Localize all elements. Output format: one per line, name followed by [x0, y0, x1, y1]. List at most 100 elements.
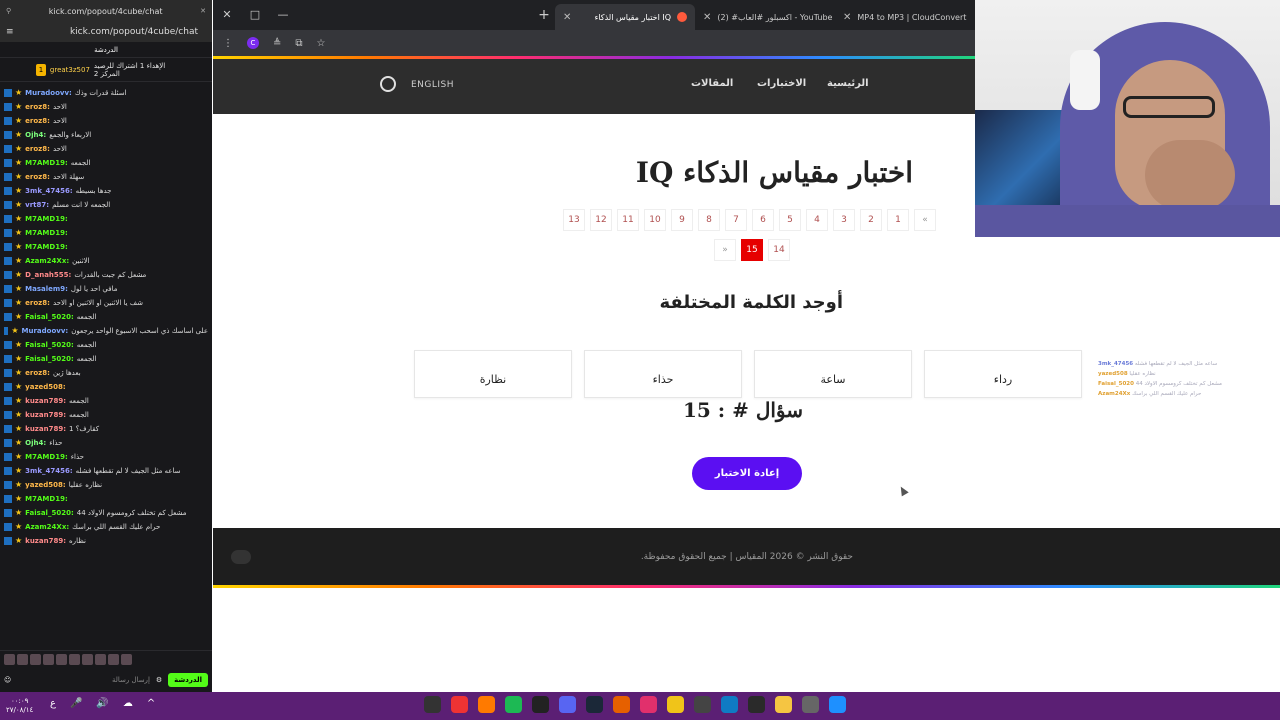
chat-url[interactable]: kick.com/popout/4cube/chat	[14, 27, 206, 37]
chat-username[interactable]: Ojh4:	[25, 436, 46, 450]
folder-icon[interactable]	[775, 696, 792, 713]
option-watch[interactable]: ساعة	[754, 350, 912, 398]
emoji-icon[interactable]: ☺	[4, 676, 11, 684]
chat-username[interactable]: kuzan789:	[25, 422, 66, 436]
chat-username[interactable]: eroz8:	[25, 366, 50, 380]
instagram-icon[interactable]	[640, 696, 657, 713]
app-icon[interactable]	[451, 696, 468, 713]
chat-username[interactable]: M7AMD19:	[25, 212, 68, 226]
nav-home[interactable]: الرئيسية	[827, 78, 869, 89]
chat-username[interactable]: M7AMD19:	[25, 240, 68, 254]
chat-username[interactable]: Muradoovv:	[22, 324, 69, 338]
chat-username[interactable]: 3mk_47456:	[25, 464, 72, 478]
page-link[interactable]: 15	[741, 239, 763, 261]
extension-icon[interactable]: C	[247, 37, 259, 49]
chat-username[interactable]: M7AMD19:	[25, 226, 68, 240]
chat-username[interactable]: yazed508:	[25, 478, 66, 492]
bookmark-star-icon[interactable]: ☆	[317, 38, 326, 49]
pinned-user[interactable]: great3z507	[50, 66, 90, 74]
page-link[interactable]: 8	[698, 209, 720, 231]
option-shoe[interactable]: حذاء	[584, 350, 742, 398]
chat-username[interactable]: vrt87:	[25, 198, 49, 212]
chat-username[interactable]: kuzan789:	[25, 394, 66, 408]
chat-username[interactable]: D_anah555:	[25, 268, 71, 282]
language-icon[interactable]: ع	[50, 698, 56, 709]
minimize-icon[interactable]: —	[269, 0, 297, 30]
close-tab-icon[interactable]: ✕	[843, 12, 851, 23]
close-tab-icon[interactable]: ✕	[563, 12, 571, 23]
chat-username[interactable]: eroz8:	[25, 296, 50, 310]
page-link[interactable]: 6	[752, 209, 774, 231]
tab-iq-test[interactable]: ✕ اختبار مقياس الذكاء IQ	[555, 4, 695, 30]
page-link[interactable]: 3	[833, 209, 855, 231]
close-tab-icon[interactable]: ✕	[703, 12, 711, 23]
steam-icon[interactable]	[586, 696, 603, 713]
firefox-icon[interactable]	[478, 696, 495, 713]
page-link[interactable]: 1	[887, 209, 909, 231]
page-link[interactable]: 11	[617, 209, 639, 231]
option-glasses[interactable]: نظارة	[414, 350, 572, 398]
chat-username[interactable]: Azam24Xx:	[25, 254, 69, 268]
windows-start-icon[interactable]	[829, 696, 846, 713]
page-link[interactable]: 5	[779, 209, 801, 231]
app-icon[interactable]	[424, 696, 441, 713]
discord-icon[interactable]	[559, 696, 576, 713]
page-link[interactable]: 2	[860, 209, 882, 231]
browser-icon[interactable]	[613, 696, 630, 713]
network-icon[interactable]: ☁	[123, 698, 133, 709]
page-link[interactable]: 14	[768, 239, 790, 261]
emote-icon[interactable]	[108, 654, 119, 665]
terminal-icon[interactable]	[532, 696, 549, 713]
search-icon[interactable]: ⚲	[6, 7, 11, 15]
tab-youtube[interactable]: ✕ (2) #اكسبلور #العاب - YouTube	[695, 4, 835, 30]
chat-username[interactable]: yazed508:	[25, 380, 66, 394]
chat-username[interactable]: kuzan789:	[25, 408, 66, 422]
mail-icon[interactable]	[694, 696, 711, 713]
emote-icon[interactable]	[56, 654, 67, 665]
retry-button[interactable]: إعادة الاختبار	[692, 457, 802, 490]
page-link[interactable]: 13	[563, 209, 585, 231]
chat-username[interactable]: Faisal_5020:	[25, 506, 74, 520]
microphone-icon[interactable]: 🎤	[70, 698, 82, 709]
option-robe[interactable]: رداء	[924, 350, 1082, 398]
taskbar-clock[interactable]: ٠٠:٠٩ ٢٧/٠٨/١٤	[6, 697, 33, 715]
chat-username[interactable]: Ojh4:	[25, 128, 46, 142]
snapchat-icon[interactable]	[667, 696, 684, 713]
chat-username[interactable]: M7AMD19:	[25, 156, 68, 170]
chat-username[interactable]: Faisal_5020:	[25, 338, 74, 352]
nav-tests[interactable]: الاختبارات	[757, 78, 806, 89]
emote-icon[interactable]	[30, 654, 41, 665]
chevron-up-icon[interactable]: ^	[147, 698, 155, 709]
chat-username[interactable]: M7AMD19:	[25, 450, 68, 464]
more-menu-icon[interactable]: ⋮	[223, 38, 233, 49]
language-switch[interactable]: ENGLISH	[411, 80, 454, 90]
chat-username[interactable]: Azam24Xx:	[25, 520, 69, 534]
chat-username[interactable]: eroz8:	[25, 100, 50, 114]
calendar-icon[interactable]	[748, 696, 765, 713]
emote-icon[interactable]	[4, 654, 15, 665]
new-tab-button[interactable]: +	[533, 0, 555, 30]
page-arrow-icon[interactable]: »	[914, 209, 936, 231]
chat-username[interactable]: M7AMD19:	[25, 492, 68, 506]
chat-username[interactable]: Faisal_5020:	[25, 352, 74, 366]
chat-send-button[interactable]: الدردشة	[168, 673, 208, 687]
emote-icon[interactable]	[95, 654, 106, 665]
menu-icon[interactable]: ≡	[6, 27, 14, 37]
settings-icon[interactable]: ⚙	[156, 676, 162, 684]
chat-username[interactable]: Faisal_5020:	[25, 310, 74, 324]
page-link[interactable]: 10	[644, 209, 666, 231]
nav-articles[interactable]: المقالات	[691, 78, 733, 89]
page-link[interactable]: 12	[590, 209, 612, 231]
page-link[interactable]: 9	[671, 209, 693, 231]
page-link[interactable]: 7	[725, 209, 747, 231]
chat-username[interactable]: eroz8:	[25, 170, 50, 184]
chat-message-list[interactable]: ★ Muradoovv: اسئلة قدرات وذك ★ eroz8: الاحد ★ e…	[0, 82, 212, 548]
chat-username[interactable]: eroz8:	[25, 114, 50, 128]
maximize-icon[interactable]: □	[241, 0, 269, 30]
chat-username[interactable]: 3mk_47456:	[25, 184, 72, 198]
emote-icon[interactable]	[82, 654, 93, 665]
emote-icon[interactable]	[43, 654, 54, 665]
chat-username[interactable]: Muradoovv:	[25, 86, 72, 100]
emote-icon[interactable]	[17, 654, 28, 665]
site-search-icon[interactable]	[380, 76, 396, 92]
